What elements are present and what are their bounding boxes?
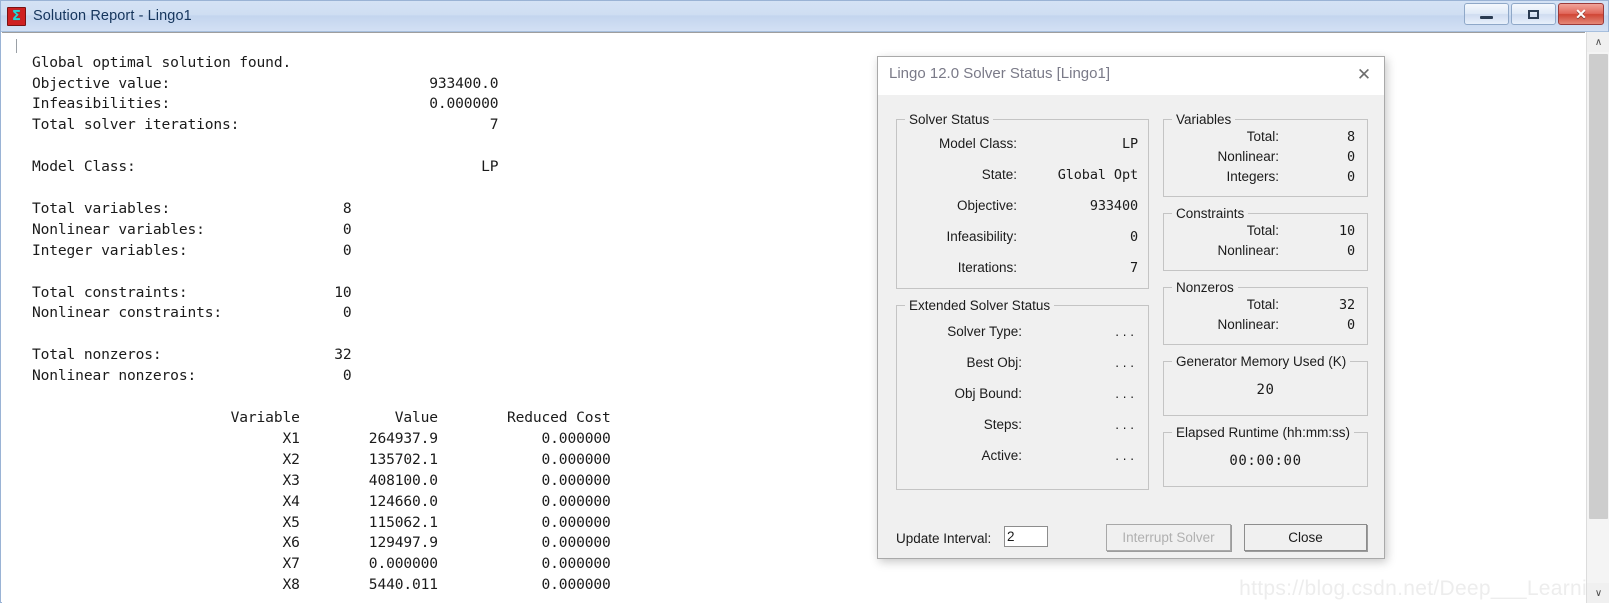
label-obj-bound: Obj Bound: <box>954 386 1022 401</box>
row-active: Active: . . . <box>897 448 1148 464</box>
row-objective: Objective: 933400 <box>897 198 1148 214</box>
value-state: Global Opt <box>1057 167 1138 183</box>
nonzeros-legend: Nonzeros <box>1172 280 1238 295</box>
label-nonzeros-nonlinear: Nonlinear: <box>1217 317 1279 332</box>
close-icon: ✕ <box>1575 6 1587 22</box>
window-title: Solution Report - Lingo1 <box>33 8 192 24</box>
constraints-legend: Constraints <box>1172 206 1249 221</box>
row-iterations: Iterations: 7 <box>897 260 1148 276</box>
label-constraints-total: Total: <box>1246 223 1279 238</box>
elapsed-runtime-group: Elapsed Runtime (hh:mm:ss) 00:00:00 <box>1163 425 1368 487</box>
update-interval-input[interactable] <box>1004 526 1048 547</box>
value-infeasibility: 0 <box>1129 229 1138 245</box>
solution-report-window: Σ Solution Report - Lingo1 ✕ Global opti… <box>0 0 1609 603</box>
variables-group: Variables Total: 8 Nonlinear: 0 Integers… <box>1163 112 1368 197</box>
value-active: . . . <box>1115 448 1134 463</box>
sigma-glyph: Σ <box>12 8 21 24</box>
value-steps: . . . <box>1115 417 1134 432</box>
value-iterations: 7 <box>1129 260 1138 276</box>
solver-status-legend: Solver Status <box>905 112 994 127</box>
value-model-class: LP <box>1121 136 1138 152</box>
variables-legend: Variables <box>1172 112 1236 127</box>
solver-status-dialog: Lingo 12.0 Solver Status [Lingo1] ✕ Solv… <box>877 56 1385 559</box>
value-obj-bound: . . . <box>1115 386 1134 401</box>
value-variables-integers: 0 <box>1346 169 1355 185</box>
interrupt-solver-button[interactable]: Interrupt Solver <box>1106 524 1231 551</box>
scroll-up-arrow-icon[interactable]: ∧ <box>1587 32 1609 52</box>
value-variables-nonlinear: 0 <box>1346 149 1355 165</box>
row-variables-total: Total: 8 <box>1164 129 1367 145</box>
scrollbar-thumb[interactable] <box>1589 54 1608 519</box>
label-active: Active: <box>981 448 1022 463</box>
dialog-close-icon[interactable]: ✕ <box>1354 65 1374 85</box>
extended-solver-status-legend: Extended Solver Status <box>905 298 1055 313</box>
update-interval-label: Update Interval: <box>896 531 992 546</box>
row-nonzeros-total: Total: 32 <box>1164 297 1367 313</box>
value-best-obj: . . . <box>1115 355 1134 370</box>
value-nonzeros-nonlinear: 0 <box>1346 317 1355 333</box>
close-window-button[interactable]: ✕ <box>1558 3 1604 25</box>
label-nonzeros-total: Total: <box>1246 297 1279 312</box>
row-model-class: Model Class: LP <box>897 136 1148 152</box>
value-objective: 933400 <box>1089 198 1138 214</box>
label-variables-total: Total: <box>1246 129 1279 144</box>
minimize-icon <box>1480 15 1493 19</box>
constraints-group: Constraints Total: 10 Nonlinear: 0 <box>1163 206 1368 271</box>
maximize-button[interactable] <box>1511 3 1556 25</box>
generator-memory-legend: Generator Memory Used (K) <box>1172 354 1351 369</box>
value-elapsed-runtime: 00:00:00 <box>1229 453 1302 469</box>
row-nonzeros-nonlinear: Nonlinear: 0 <box>1164 317 1367 333</box>
value-constraints-nonlinear: 0 <box>1346 243 1355 259</box>
label-objective: Objective: <box>956 198 1017 213</box>
value-variables-total: 8 <box>1346 129 1355 145</box>
window-controls: ✕ <box>1464 3 1604 25</box>
close-dialog-button[interactable]: Close <box>1244 524 1367 551</box>
value-solver-type: . . . <box>1115 324 1134 339</box>
row-obj-bound: Obj Bound: . . . <box>897 386 1148 402</box>
label-variables-nonlinear: Nonlinear: <box>1217 149 1279 164</box>
lingo-sigma-icon: Σ <box>7 6 26 26</box>
row-solver-type: Solver Type: . . . <box>897 324 1148 340</box>
label-infeasibility: Infeasibility: <box>946 229 1017 244</box>
text-cursor <box>16 39 17 53</box>
value-nonzeros-total: 32 <box>1338 297 1355 313</box>
dialog-title-bar[interactable]: Lingo 12.0 Solver Status [Lingo1] ✕ <box>878 57 1384 95</box>
label-state: State: <box>981 167 1017 182</box>
value-constraints-total: 10 <box>1338 223 1355 239</box>
label-variables-integers: Integers: <box>1226 169 1279 184</box>
row-constraints-nonlinear: Nonlinear: 0 <box>1164 243 1367 259</box>
row-variables-integers: Integers: 0 <box>1164 169 1367 185</box>
row-best-obj: Best Obj: . . . <box>897 355 1148 371</box>
label-steps: Steps: <box>983 417 1022 432</box>
row-steps: Steps: . . . <box>897 417 1148 433</box>
solver-status-group: Solver Status Model Class: LP State: Glo… <box>896 112 1149 289</box>
label-solver-type: Solver Type: <box>947 324 1022 339</box>
maximize-icon <box>1528 9 1539 19</box>
label-constraints-nonlinear: Nonlinear: <box>1217 243 1279 258</box>
dialog-body: Solver Status Model Class: LP State: Glo… <box>878 95 1384 558</box>
window-title-bar[interactable]: Σ Solution Report - Lingo1 ✕ <box>1 1 1608 32</box>
label-iterations: Iterations: <box>957 260 1017 275</box>
row-constraints-total: Total: 10 <box>1164 223 1367 239</box>
nonzeros-group: Nonzeros Total: 32 Nonlinear: 0 <box>1163 280 1368 345</box>
minimize-button[interactable] <box>1464 3 1509 25</box>
extended-solver-status-group: Extended Solver Status Solver Type: . . … <box>896 298 1149 490</box>
scroll-down-arrow-icon[interactable]: ∨ <box>1587 583 1609 603</box>
dialog-title: Lingo 12.0 Solver Status [Lingo1] <box>889 65 1110 82</box>
row-state: State: Global Opt <box>897 167 1148 183</box>
row-infeasibility: Infeasibility: 0 <box>897 229 1148 245</box>
generator-memory-group: Generator Memory Used (K) 20 <box>1163 354 1368 416</box>
row-variables-nonlinear: Nonlinear: 0 <box>1164 149 1367 165</box>
elapsed-runtime-legend: Elapsed Runtime (hh:mm:ss) <box>1172 425 1355 440</box>
value-generator-memory: 20 <box>1256 382 1275 398</box>
label-best-obj: Best Obj: <box>966 355 1022 370</box>
solution-report-text: Global optimal solution found. Objective… <box>32 53 611 594</box>
vertical-scrollbar[interactable]: ∧ ∨ <box>1586 32 1609 603</box>
label-model-class: Model Class: <box>938 136 1017 151</box>
